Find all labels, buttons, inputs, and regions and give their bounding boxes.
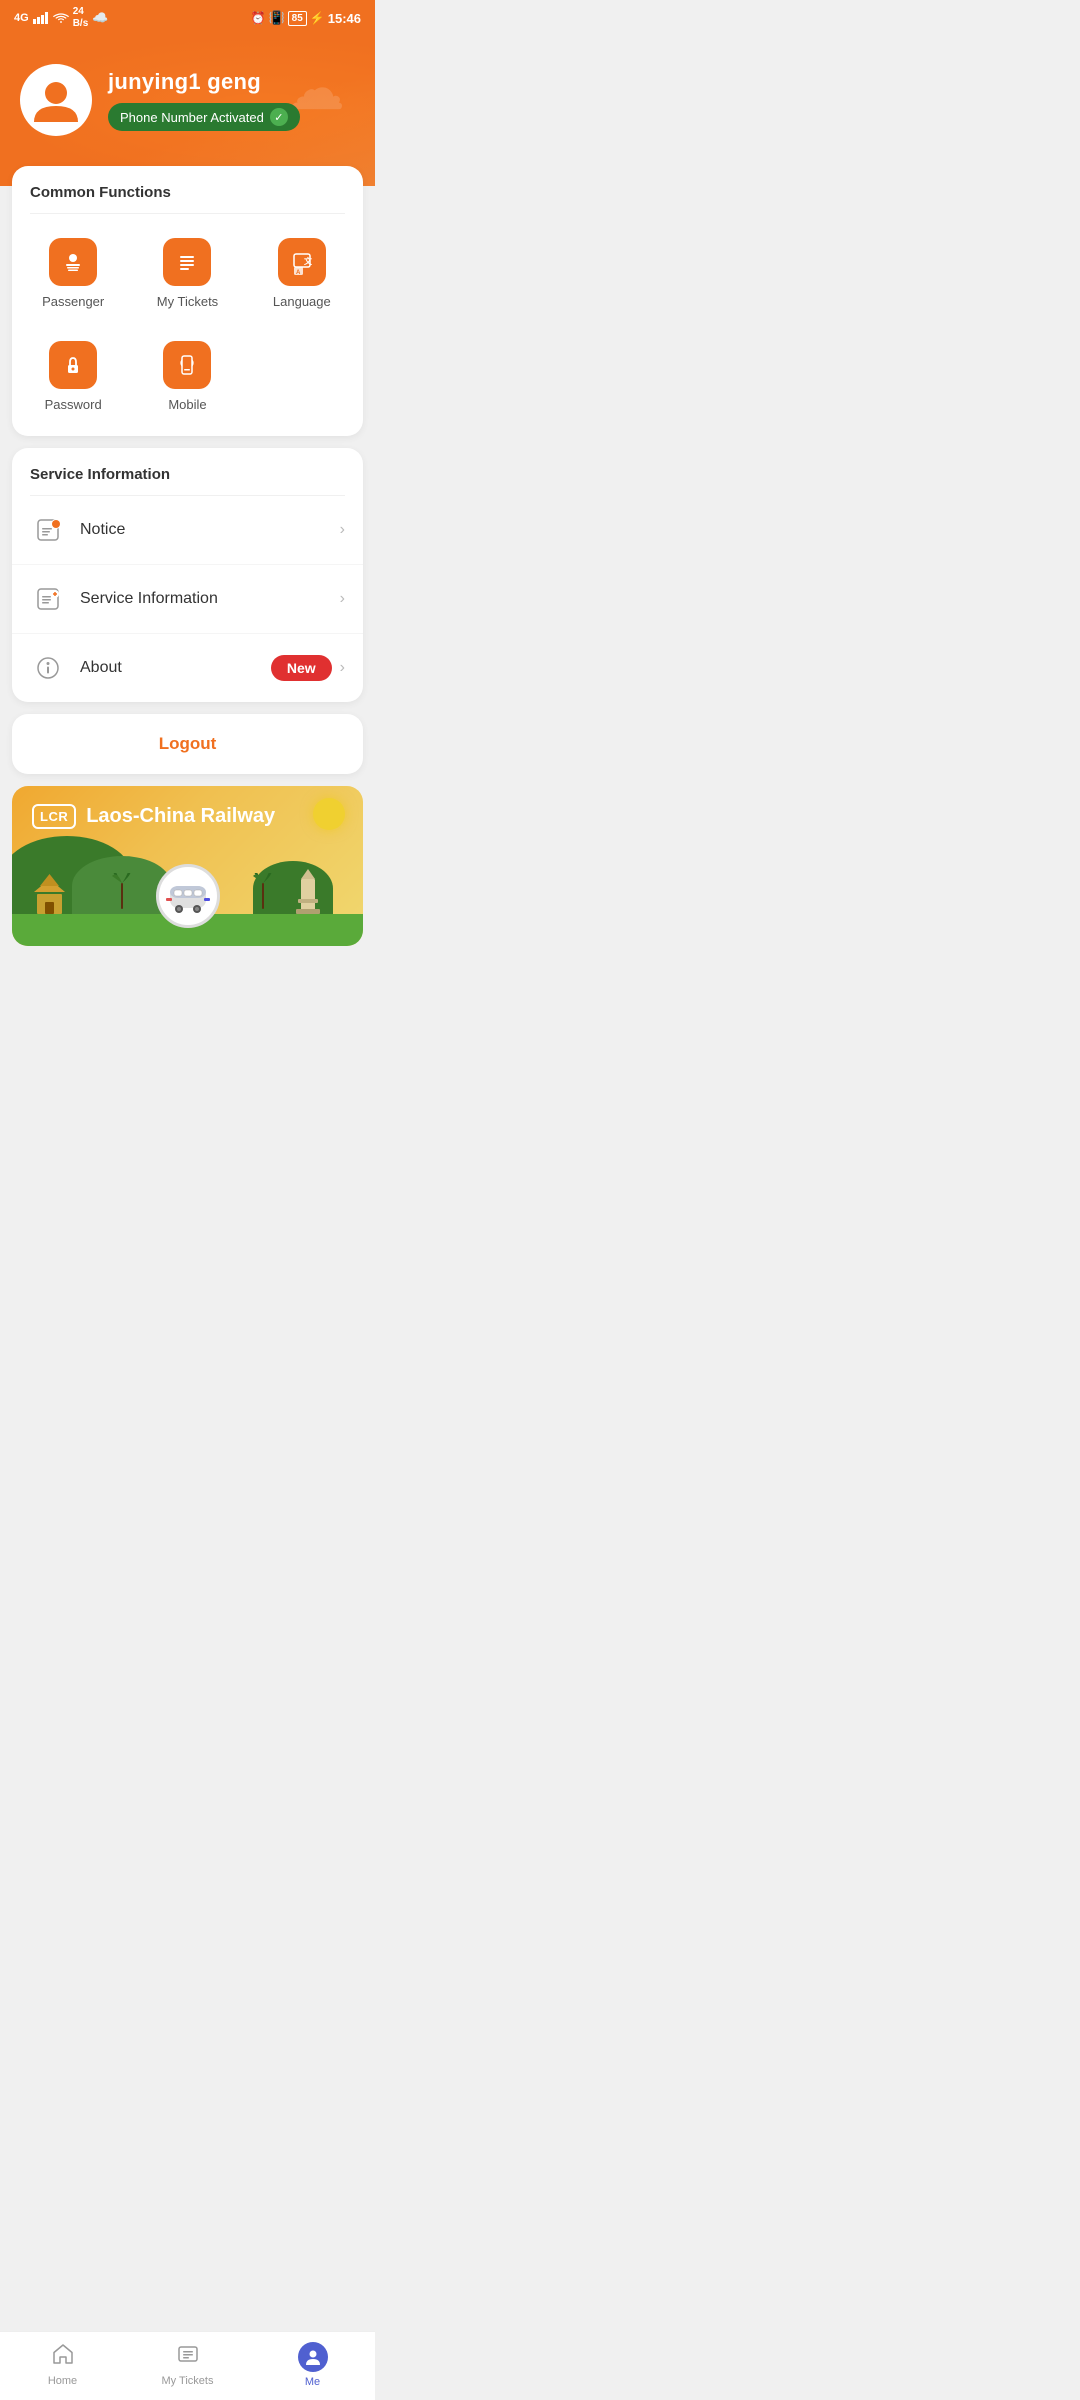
me-avatar-icon <box>298 2342 328 2372</box>
signal-icon <box>33 12 49 24</box>
service-info-label: Service Information <box>80 590 340 608</box>
profile-row: junying1 geng Phone Number Activated ✓ <box>20 64 355 136</box>
service-info-chevron: › <box>340 590 345 608</box>
service-item-about[interactable]: About New › <box>12 634 363 702</box>
lcr-banner-content: LCR Laos-China Railway <box>12 786 363 946</box>
nav-home-label: Home <box>48 2375 77 2387</box>
passenger-label: Passenger <box>42 294 104 309</box>
nav-home[interactable]: Home <box>0 2332 125 2400</box>
alarm-icon: ⏰ <box>251 11 266 25</box>
my-tickets-icon <box>163 238 211 286</box>
new-badge: New <box>271 655 332 681</box>
train-icon <box>156 864 220 928</box>
wifi-icon <box>53 12 69 24</box>
lcr-logo: LCR <box>32 804 76 829</box>
monument-icon <box>293 869 323 914</box>
svg-text:A: A <box>296 270 301 275</box>
avatar <box>20 64 92 136</box>
nav-my-tickets[interactable]: My Tickets <box>125 2332 250 2400</box>
cloud-icon: ☁️ <box>92 10 108 26</box>
mobile-icon <box>163 341 211 389</box>
service-item-notice[interactable]: Notice › <box>12 496 363 565</box>
status-bar: 4G 24B/s ☁️ ⏰ 📳 85 ⚡ 15:46 <box>0 0 375 34</box>
service-info-right: › <box>340 590 345 608</box>
about-right: New › <box>271 655 345 681</box>
nav-me[interactable]: Me <box>250 2332 375 2400</box>
service-info-icon <box>30 581 66 617</box>
mobile-label: Mobile <box>168 397 206 412</box>
network-label: 4G <box>14 12 29 24</box>
temple-icon <box>32 874 67 914</box>
profile-info: junying1 geng Phone Number Activated ✓ <box>108 69 300 131</box>
logout-label: Logout <box>159 734 217 753</box>
check-icon: ✓ <box>270 108 288 126</box>
passenger-icon <box>49 238 97 286</box>
palm-2 <box>253 873 273 914</box>
functions-grid-row2: Password Mobile <box>12 333 363 436</box>
function-passenger[interactable]: Passenger <box>20 230 126 317</box>
service-info-title: Service Information <box>12 448 363 495</box>
status-left: 4G 24B/s ☁️ <box>14 6 108 30</box>
palm-1 <box>112 873 132 914</box>
function-password[interactable]: Password <box>20 333 126 420</box>
data-speed: 24B/s <box>73 6 89 30</box>
profile-username: junying1 geng <box>108 69 300 95</box>
function-my-tickets[interactable]: My Tickets <box>134 230 240 317</box>
battery-icon: 85 <box>288 11 307 26</box>
vibrate-icon: 📳 <box>268 10 284 26</box>
common-functions-card: Common Functions Passenger <box>12 166 363 436</box>
notice-label: Notice <box>80 521 340 539</box>
nav-tickets-icon <box>176 2342 200 2371</box>
about-chevron: › <box>340 659 345 677</box>
password-icon <box>49 341 97 389</box>
nav-me-label: Me <box>305 2376 320 2388</box>
profile-header: ☁ ☁ junying1 geng Phone Number Activated… <box>0 34 375 186</box>
svg-text:文: 文 <box>304 256 313 266</box>
lcr-scenery <box>12 856 363 946</box>
notice-right: › <box>340 521 345 539</box>
function-language[interactable]: A 文 Language <box>249 230 355 317</box>
lcr-title: Laos-China Railway <box>86 805 275 828</box>
lcr-banner[interactable]: LCR Laos-China Railway <box>12 786 363 946</box>
charging-icon: ⚡ <box>310 11 325 25</box>
service-item-info[interactable]: Service Information › <box>12 565 363 634</box>
notice-icon <box>30 512 66 548</box>
about-icon <box>30 650 66 686</box>
logout-card[interactable]: Logout <box>12 714 363 774</box>
home-icon <box>51 2342 75 2371</box>
service-info-card: Service Information Notice › <box>12 448 363 702</box>
language-label: Language <box>273 294 331 309</box>
nav-tickets-label: My Tickets <box>162 2375 214 2387</box>
language-icon: A 文 <box>278 238 326 286</box>
lcr-sun <box>313 798 345 830</box>
lcr-logo-row: LCR Laos-China Railway <box>12 786 363 829</box>
notice-chevron: › <box>340 521 345 539</box>
about-label: About <box>80 659 271 677</box>
common-functions-title: Common Functions <box>12 166 363 213</box>
functions-grid-row1: Passenger My Tickets <box>12 214 363 333</box>
password-label: Password <box>45 397 102 412</box>
avatar-svg <box>26 70 86 130</box>
my-tickets-label: My Tickets <box>157 294 218 309</box>
phone-badge-text: Phone Number Activated <box>120 110 264 125</box>
status-right: ⏰ 📳 85 ⚡ 15:46 <box>251 10 361 26</box>
time-label: 15:46 <box>328 11 361 26</box>
phone-badge: Phone Number Activated ✓ <box>108 103 300 131</box>
function-mobile[interactable]: Mobile <box>134 333 240 420</box>
bottom-nav: Home My Tickets Me <box>0 2331 375 2400</box>
